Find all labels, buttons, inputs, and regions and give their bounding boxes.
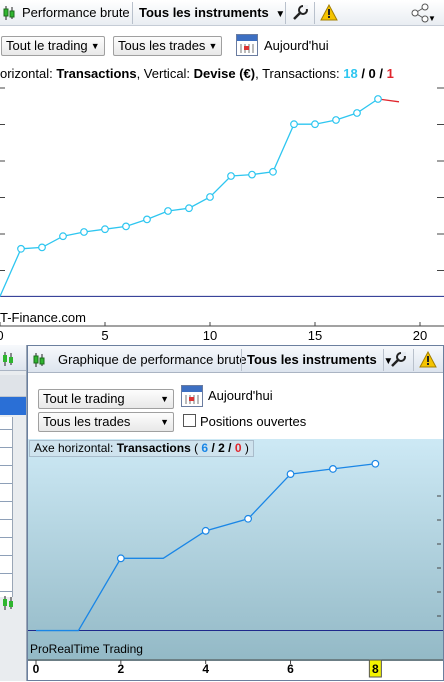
x-tick-label: 5: [101, 328, 108, 343]
x-tick-label: 6: [287, 662, 294, 676]
trade-point: [248, 170, 256, 179]
trade-point: [80, 228, 88, 236]
trade-point: [164, 207, 172, 215]
trade-point: [353, 109, 361, 117]
trade-point: [122, 222, 130, 231]
x-tick-label: 10: [203, 328, 217, 343]
trade-point: [185, 204, 193, 213]
equity-line: [0, 98, 379, 297]
chart-watermark: ProRealTime Trading: [30, 642, 143, 656]
performance-chart: 0 5 10 15 20: [0, 87, 444, 343]
x-tick-label: 0: [33, 662, 40, 676]
trade-point: [116, 554, 125, 563]
trade-point: [101, 225, 109, 234]
background-window-strip: [0, 345, 27, 681]
raw-performance-chart: 0 2 4 6 8: [28, 459, 443, 678]
x-tick-label: 2: [117, 662, 124, 676]
trade-point: [206, 193, 214, 201]
x-tick-label: 20: [413, 328, 427, 343]
trade-point: [227, 172, 235, 180]
trade-point: [371, 459, 380, 468]
document-icon-list: [0, 417, 12, 597]
trade-point: [269, 167, 277, 176]
trade-point: [290, 120, 298, 129]
trade-point: [244, 514, 253, 523]
trade-point: [311, 120, 319, 129]
x-tick-label: 0: [0, 328, 4, 343]
trade-point: [332, 116, 340, 124]
candlestick-icon: [2, 351, 14, 367]
trade-point: [143, 215, 151, 224]
performance-window: Performance brute Tous les instruments ▼…: [0, 0, 444, 345]
trade-point: [329, 465, 337, 473]
trade-point: [38, 243, 46, 252]
x-tick-label: 8: [372, 662, 379, 676]
trade-point: [201, 526, 210, 535]
raw-performance-window: Graphique de performance brute Tous les …: [27, 345, 444, 681]
equity-line: [36, 463, 376, 632]
candlestick-icon: [2, 595, 14, 611]
chart-watermark: T-Finance.com: [0, 310, 86, 325]
trade-point: [17, 244, 25, 253]
x-tick-label: 4: [202, 662, 209, 676]
x-tick-label: 15: [308, 328, 322, 343]
trade-point: [286, 470, 295, 478]
trade-point: [59, 232, 67, 241]
trade-point: [374, 95, 382, 103]
